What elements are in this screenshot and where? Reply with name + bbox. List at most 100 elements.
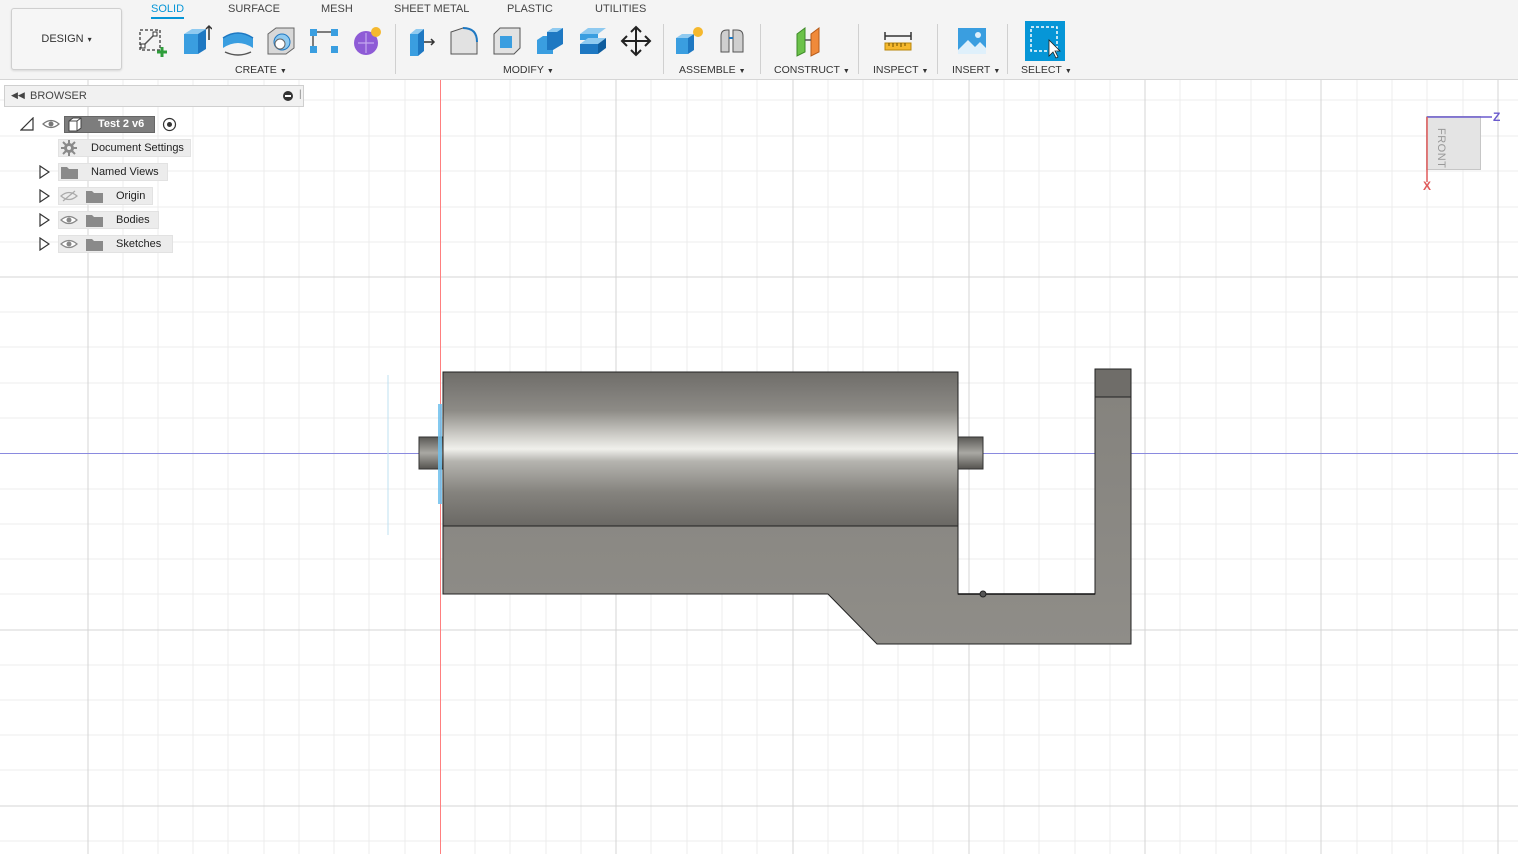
folder-icon bbox=[61, 167, 78, 179]
insert-menu[interactable]: INSERT ▼ bbox=[952, 64, 1000, 76]
toolbar-divider bbox=[1007, 24, 1008, 74]
pattern-icon bbox=[310, 29, 338, 53]
chevron-down-icon: ▼ bbox=[279, 68, 287, 75]
modify-menu-label: MODIFY bbox=[503, 64, 544, 76]
combine-icon bbox=[537, 28, 563, 54]
joint-button[interactable] bbox=[714, 22, 750, 60]
collapse-triangle-icon[interactable] bbox=[20, 117, 34, 131]
browser-item-label: Origin bbox=[116, 190, 146, 202]
hole-button[interactable] bbox=[263, 22, 299, 60]
move-copy-button[interactable] bbox=[618, 22, 654, 60]
fillet-icon bbox=[450, 27, 478, 55]
model-body[interactable] bbox=[387, 368, 1132, 645]
expand-arrow-icon[interactable] bbox=[38, 213, 50, 227]
measure-icon bbox=[884, 32, 912, 51]
fillet-button[interactable] bbox=[446, 22, 482, 60]
axis-z-label: Z bbox=[1493, 110, 1501, 124]
browser-item-label: Document Settings bbox=[91, 142, 184, 154]
browser-item-sketches[interactable]: Sketches bbox=[38, 235, 198, 255]
tab-mesh[interactable]: MESH bbox=[321, 3, 353, 19]
browser-panel-header: ◀◀ BROWSER | bbox=[4, 85, 304, 107]
modify-menu[interactable]: MODIFY ▼ bbox=[503, 64, 554, 76]
inspect-menu[interactable]: INSPECT ▼ bbox=[873, 64, 928, 76]
assemble-menu[interactable]: ASSEMBLE ▼ bbox=[679, 64, 746, 76]
chevron-down-icon: ▼ bbox=[1064, 68, 1072, 75]
roller-cylinder[interactable] bbox=[442, 371, 959, 527]
combine-button[interactable] bbox=[532, 22, 568, 60]
tab-sheet-metal[interactable]: SHEET METAL bbox=[394, 3, 469, 19]
tab-utilities[interactable]: UTILITIES bbox=[595, 3, 646, 19]
3d-viewport-canvas[interactable] bbox=[0, 80, 1518, 854]
chevron-down-icon: ▼ bbox=[842, 68, 850, 75]
eye-icon[interactable] bbox=[60, 214, 78, 226]
new-component-icon bbox=[676, 27, 703, 54]
root-component-name: Test 2 v6 bbox=[98, 118, 145, 130]
offset-face-button[interactable] bbox=[575, 22, 611, 60]
workspace-label: DESIGN bbox=[41, 33, 84, 45]
insert-menu-label: INSERT bbox=[952, 64, 991, 76]
measure-button[interactable] bbox=[880, 22, 916, 60]
pin-panel-icon[interactable]: | bbox=[299, 89, 302, 100]
create-menu-label: CREATE bbox=[235, 64, 277, 76]
construct-menu-label: CONSTRUCT bbox=[774, 64, 840, 76]
toolbar-divider bbox=[937, 24, 938, 74]
toolbar-divider bbox=[858, 24, 859, 74]
press-pull-button[interactable] bbox=[403, 22, 439, 60]
window-select-button[interactable] bbox=[1025, 21, 1065, 61]
shell-button[interactable] bbox=[489, 22, 525, 60]
revolve-icon bbox=[222, 32, 254, 56]
activate-radio-icon[interactable] bbox=[162, 117, 177, 132]
minimize-icon[interactable] bbox=[283, 91, 293, 101]
upright-cap[interactable] bbox=[1094, 368, 1132, 398]
axis-x-label: X bbox=[1423, 179, 1432, 193]
create-sketch-button[interactable] bbox=[134, 22, 170, 60]
offset-plane-button[interactable] bbox=[791, 22, 827, 60]
fusion-app-window: DESIGN ▾ SOLID SURFACE MESH SHEET METAL … bbox=[0, 0, 1518, 854]
joint-icon bbox=[720, 29, 744, 53]
selected-edge[interactable] bbox=[438, 404, 442, 504]
eye-icon[interactable] bbox=[60, 238, 78, 250]
offset-face-icon bbox=[580, 28, 606, 54]
collapse-panel-icon[interactable]: ◀◀ bbox=[11, 90, 25, 101]
browser-item-label: Sketches bbox=[116, 238, 162, 250]
insert-image-button[interactable] bbox=[954, 22, 990, 60]
toolbar-divider bbox=[663, 24, 664, 74]
create-form-icon bbox=[354, 27, 381, 55]
browser-item-bodies[interactable]: Bodies bbox=[38, 211, 198, 231]
browser-item-named-views[interactable]: Named Views bbox=[38, 163, 198, 183]
tab-surface[interactable]: SURFACE bbox=[228, 3, 280, 19]
extrude-button[interactable] bbox=[177, 22, 213, 60]
tab-solid[interactable]: SOLID bbox=[151, 3, 185, 19]
assemble-menu-label: ASSEMBLE bbox=[679, 64, 736, 76]
pattern-button[interactable] bbox=[306, 22, 342, 60]
eye-icon[interactable] bbox=[42, 118, 60, 130]
chevron-down-icon: ▼ bbox=[738, 68, 746, 75]
browser-item-document-settings[interactable]: Document Settings bbox=[38, 139, 198, 159]
move-icon bbox=[620, 25, 652, 57]
browser-item-origin[interactable]: Origin bbox=[38, 187, 198, 207]
new-component-button[interactable] bbox=[671, 22, 707, 60]
right-pin[interactable] bbox=[957, 436, 984, 470]
viewcube-face-label[interactable]: FRONT bbox=[1435, 128, 1447, 168]
chevron-down-icon: ▼ bbox=[993, 68, 1001, 75]
select-menu[interactable]: SELECT ▼ bbox=[1021, 64, 1072, 76]
ribbon-toolbar: DESIGN ▾ SOLID SURFACE MESH SHEET METAL … bbox=[0, 0, 1518, 80]
construct-menu[interactable]: CONSTRUCT ▼ bbox=[774, 64, 850, 76]
create-form-button[interactable] bbox=[349, 22, 385, 60]
expand-arrow-icon[interactable] bbox=[38, 189, 50, 203]
browser-item-label: Bodies bbox=[116, 214, 150, 226]
expand-arrow-icon[interactable] bbox=[38, 165, 50, 179]
window-select-icon bbox=[1030, 26, 1061, 59]
insert-image-icon bbox=[958, 28, 986, 54]
sketch-point[interactable] bbox=[979, 590, 987, 598]
folder-icon bbox=[86, 191, 103, 203]
tab-plastic[interactable]: PLASTIC bbox=[507, 3, 553, 19]
toolbar-divider bbox=[760, 24, 761, 74]
shell-icon bbox=[493, 27, 521, 55]
expand-arrow-icon[interactable] bbox=[38, 237, 50, 251]
create-menu[interactable]: CREATE ▼ bbox=[235, 64, 287, 76]
eye-hidden-icon[interactable] bbox=[60, 190, 78, 202]
revolve-button[interactable] bbox=[220, 22, 256, 60]
create-sketch-icon bbox=[139, 29, 167, 57]
workspace-switcher-button[interactable]: DESIGN ▾ bbox=[11, 8, 122, 70]
